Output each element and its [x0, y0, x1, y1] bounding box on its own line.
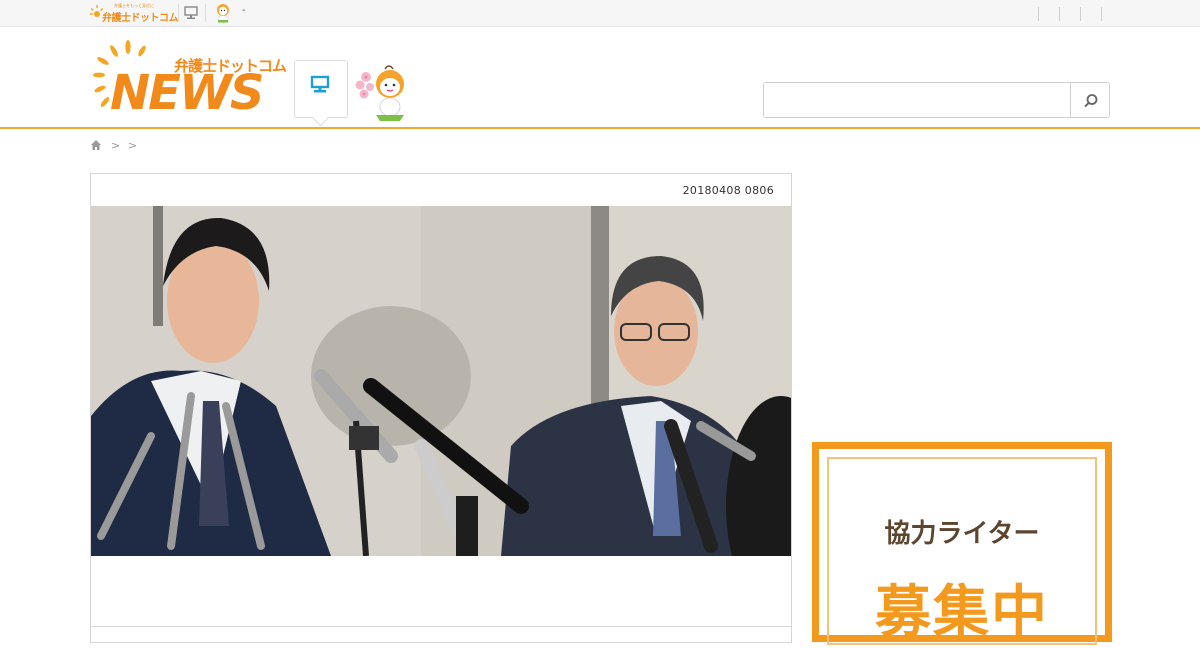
banner-headline: 協力ライター: [884, 519, 1040, 549]
mini-logo-link[interactable]: 弁護士をもっと身近に 弁護士ドットコム: [90, 3, 179, 24]
divider: [178, 4, 179, 22]
top-right-links: [1018, 6, 1102, 21]
article-date: 20180408 0806: [682, 184, 774, 197]
bengoshi-mascot-character[interactable]: [354, 63, 416, 123]
tab-pointer: [312, 110, 329, 127]
press-conference-photo-illustration: [91, 206, 791, 556]
search-button[interactable]: [1070, 82, 1110, 118]
search-icon: [1084, 94, 1098, 108]
banner-subheadline: 募集中: [875, 580, 1049, 645]
breadcrumb-separator: >: [111, 139, 121, 152]
computer-icon[interactable]: [184, 6, 198, 20]
breadcrumb-separator: >: [128, 139, 138, 152]
link-divider: [1101, 7, 1102, 21]
writer-recruitment-banner[interactable]: 協力ライター 募集中: [812, 442, 1112, 645]
article-card: 20180408 0806: [90, 173, 792, 643]
link-divider: [1038, 7, 1039, 21]
search-input[interactable]: [763, 82, 1071, 118]
mascot-icon[interactable]: [214, 3, 232, 23]
mascot-label: -: [242, 5, 246, 16]
divider: [91, 626, 791, 627]
link-divider: [1080, 7, 1081, 21]
link-divider: [1059, 7, 1060, 21]
computer-icon: [310, 75, 330, 93]
site-logo[interactable]: 弁護士ドットコム NEWS: [90, 39, 287, 121]
home-icon[interactable]: [90, 139, 102, 151]
press-conference-photo: [91, 206, 791, 556]
divider: [205, 4, 206, 22]
site-header: 弁護士ドットコム NEWS: [0, 27, 1200, 129]
category-tab-pc[interactable]: [294, 60, 348, 127]
mini-logo-text: 弁護士ドットコム: [102, 13, 179, 24]
logo-news-text: NEWS: [110, 65, 264, 121]
top-utility-bar: 弁護士をもっと身近に 弁護士ドットコム -: [0, 0, 1200, 27]
